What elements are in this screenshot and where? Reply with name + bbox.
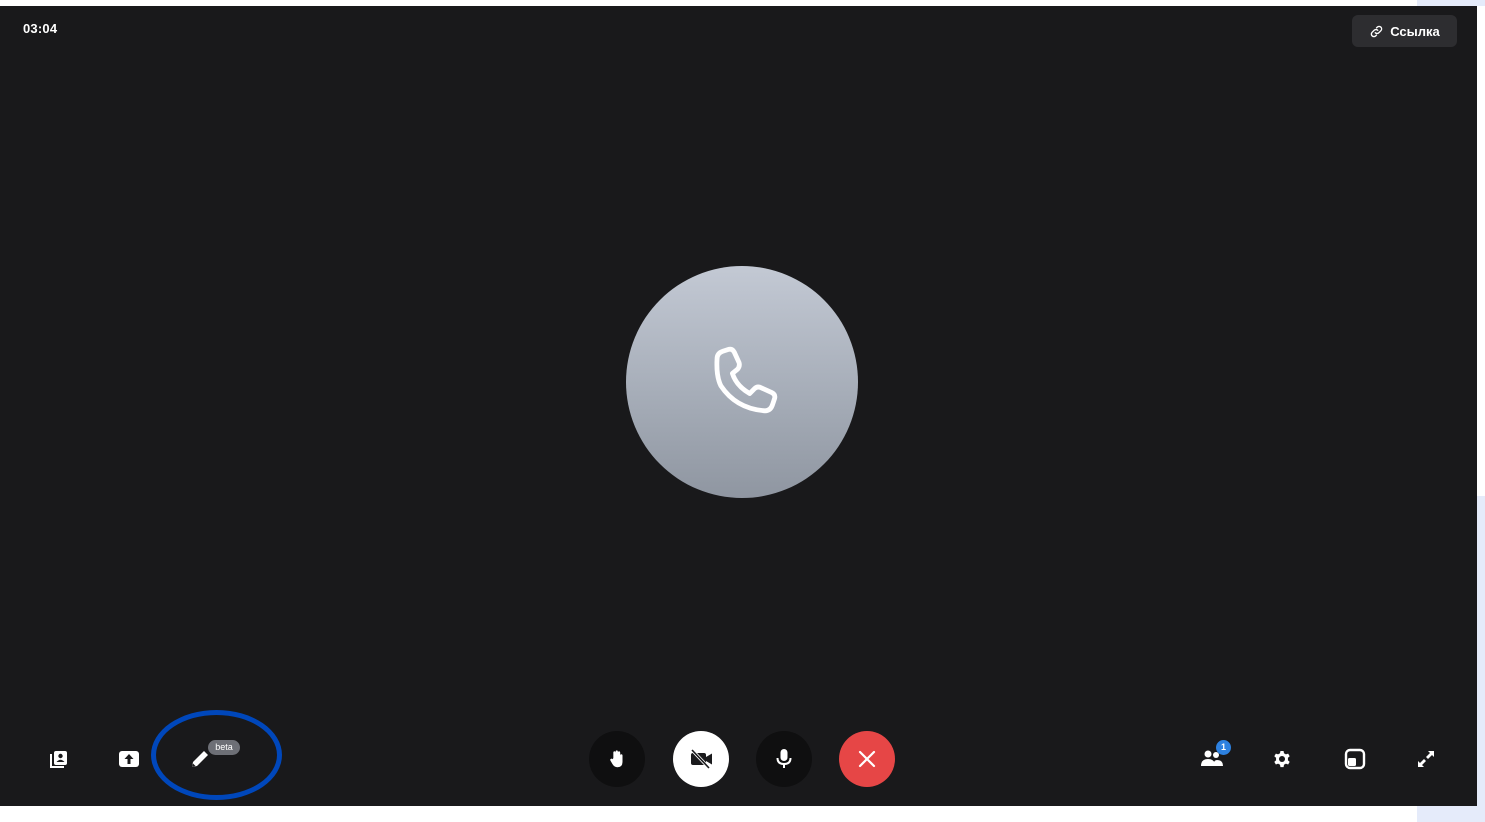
participants-list-button[interactable] <box>47 747 71 771</box>
contact-list-icon <box>50 751 67 768</box>
link-icon <box>1371 25 1383 37</box>
layout-icon <box>1344 748 1366 770</box>
link-label: Ссылка <box>1390 23 1440 39</box>
microphone-button[interactable] <box>756 731 812 787</box>
camera-toggle-button[interactable] <box>673 731 729 787</box>
camera-off-icon <box>690 748 712 770</box>
expand-icon <box>1418 751 1434 767</box>
participants-count-badge: 1 <box>1216 740 1231 755</box>
settings-button[interactable] <box>1269 746 1295 772</box>
raise-hand-button[interactable] <box>589 731 645 787</box>
hand-icon <box>610 750 623 768</box>
call-timer: 03:04 <box>23 21 58 36</box>
call-avatar <box>626 266 858 498</box>
copy-link-button[interactable]: Ссылка <box>1352 15 1457 47</box>
layout-button[interactable] <box>1342 746 1368 772</box>
end-call-button[interactable] <box>839 731 895 787</box>
share-screen-button[interactable] <box>117 747 141 771</box>
upload-icon <box>119 751 139 767</box>
phone-icon <box>714 346 778 414</box>
gear-icon <box>1274 751 1290 768</box>
annotation-highlight-circle <box>151 710 282 800</box>
microphone-icon <box>776 749 792 768</box>
window-edge <box>1477 6 1485 496</box>
close-icon <box>858 750 876 768</box>
fullscreen-button[interactable] <box>1413 746 1439 772</box>
